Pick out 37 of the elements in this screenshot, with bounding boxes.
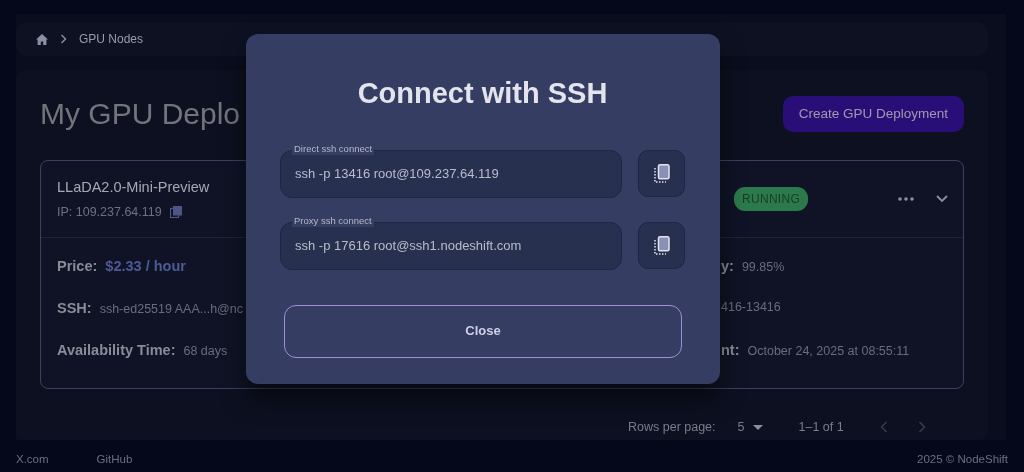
ip-address: IP: 109.237.64.119	[57, 203, 162, 221]
deployment-name: LLaDA2.0-Mini-Preview	[57, 178, 211, 197]
detail-value: ssh-ed25519 AAA...h@nc	[99, 301, 243, 318]
detail-value: 416-13416	[721, 299, 781, 316]
status-badge: RUNNING	[734, 187, 809, 212]
dialog-title: Connect with SSH	[356, 76, 609, 111]
breadcrumb-current: GPU Nodes	[79, 31, 144, 48]
footer-link[interactable]: X.com	[16, 451, 49, 469]
detail-label: SSH:	[57, 299, 92, 318]
copy-button[interactable]	[638, 221, 685, 269]
home-icon[interactable]	[36, 33, 48, 45]
detail-value: October 24, 2025 at 08:55:11	[747, 342, 910, 360]
price-value: $2.33 / hour	[105, 257, 186, 277]
create-deployment-button[interactable]: Create GPU Deployment	[782, 96, 964, 133]
more-icon[interactable]	[898, 197, 915, 202]
copy-icon	[653, 235, 670, 255]
copyright-text: 2025 © NodeShift	[917, 452, 1008, 468]
rows-per-page-label: Rows per page:	[628, 419, 716, 436]
detail-label: y:	[721, 257, 734, 277]
close-button[interactable]: Close	[284, 304, 682, 358]
field-label: Direct ssh connect	[292, 142, 375, 155]
footer-link[interactable]: GitHub	[96, 451, 133, 469]
detail-label: Availability Time:	[57, 340, 176, 360]
detail-label: nt:	[721, 340, 740, 360]
copy-button[interactable]	[638, 149, 685, 197]
detail-label: Price:	[57, 257, 98, 277]
chevron-right-icon	[60, 34, 67, 44]
chevron-down-icon[interactable]	[936, 195, 949, 204]
detail-value: 99.85%	[741, 259, 785, 277]
page-title: My GPU Deplo	[40, 96, 241, 133]
copy-icon	[653, 163, 670, 183]
copy-icon[interactable]	[169, 206, 182, 219]
detail-value: 68 days	[183, 342, 228, 360]
caret-down-icon	[752, 424, 763, 430]
page-range: 1–1 of 1	[798, 419, 844, 436]
field-label: Proxy ssh connect	[292, 214, 374, 227]
rows-per-page-select[interactable]: 5	[737, 418, 763, 437]
